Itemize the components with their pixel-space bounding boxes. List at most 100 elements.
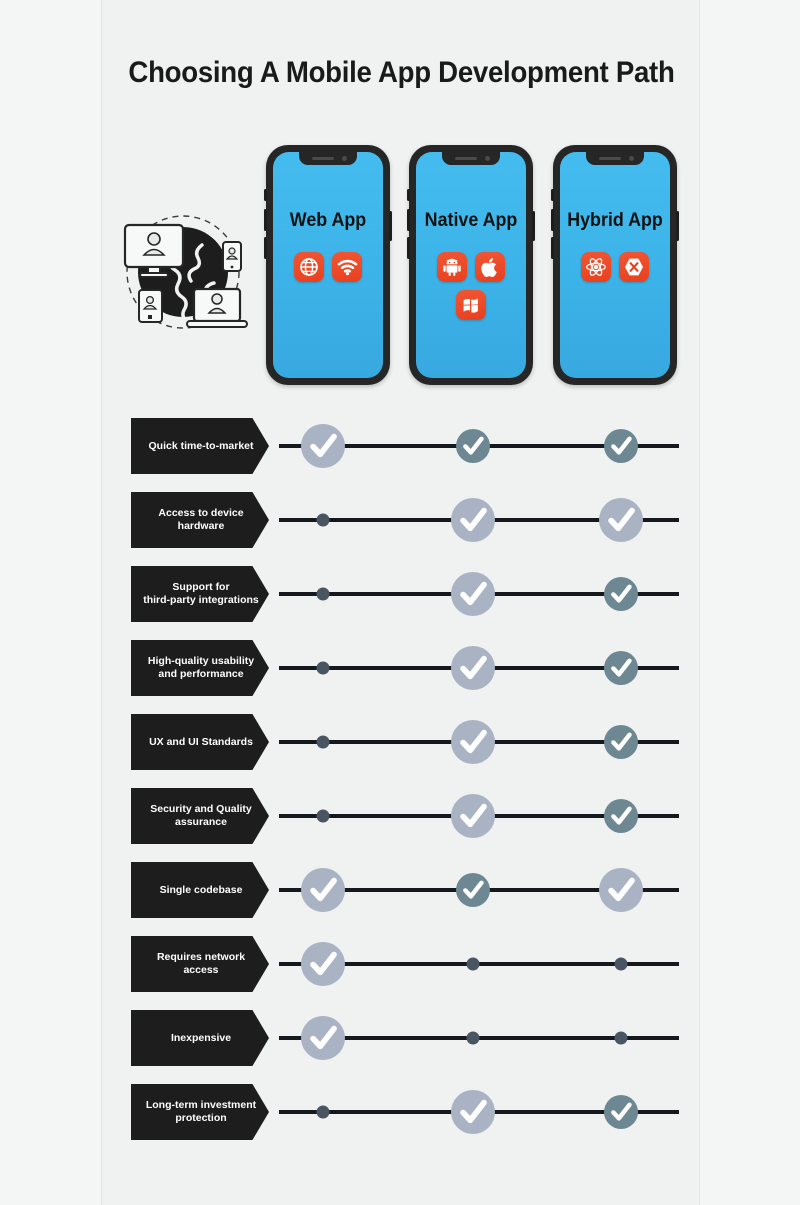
- marker-check-large: [451, 646, 495, 690]
- feature-label: Quick time-to-market: [131, 418, 269, 474]
- phone-card-hybrid-app: Hybrid App: [551, 145, 679, 385]
- marker-check-large: [301, 1016, 345, 1060]
- feature-label-text: High-quality usability and performance: [147, 655, 255, 680]
- phone-title: Web App: [289, 210, 367, 231]
- marker-check-large: [451, 498, 495, 542]
- comparison-row: UX and UI Standards: [102, 714, 701, 788]
- feature-label-text: Requires network access: [156, 951, 246, 976]
- check-icon: [301, 424, 345, 468]
- marker-check-large: [599, 498, 643, 542]
- feature-label-text: Long-term investment protection: [145, 1099, 257, 1124]
- dot-icon: [316, 1105, 330, 1119]
- dot-icon: [316, 513, 330, 527]
- marker-none-dot: [316, 587, 330, 601]
- dot-icon: [466, 957, 480, 971]
- marker-check-large: [301, 942, 345, 986]
- marker-check-large: [451, 794, 495, 838]
- comparison-row: High-quality usability and performance: [102, 640, 701, 714]
- phone-card-native-app: Native App: [407, 145, 535, 385]
- marker-check-large: [301, 424, 345, 468]
- check-icon: [604, 1095, 638, 1129]
- check-icon: [604, 429, 638, 463]
- feature-label-text: Inexpensive: [170, 1031, 232, 1044]
- check-icon: [301, 1016, 345, 1060]
- marker-none-dot: [316, 1105, 330, 1119]
- react-icon: [581, 252, 611, 282]
- feature-label-text: Single codebase: [159, 883, 243, 896]
- phone-title: Hybrid App: [567, 210, 663, 231]
- tablet-icon: [222, 241, 242, 272]
- phone-screen: Native App: [416, 152, 526, 378]
- check-icon: [604, 577, 638, 611]
- marker-check-small: [456, 873, 490, 907]
- feature-label: Single codebase: [131, 862, 269, 918]
- dot-icon: [466, 1031, 480, 1045]
- android-icon: [437, 252, 467, 282]
- marker-none-dot: [466, 1031, 480, 1045]
- feature-label: Requires network access: [131, 936, 269, 992]
- marker-check-large: [451, 1090, 495, 1134]
- windows-icon: [456, 290, 486, 320]
- feature-label: Access to device hardware: [131, 492, 269, 548]
- comparison-row: Requires network access: [102, 936, 701, 1010]
- feature-label: UX and UI Standards: [131, 714, 269, 770]
- check-icon: [451, 794, 495, 838]
- marker-check-small: [604, 651, 638, 685]
- check-icon: [456, 873, 490, 907]
- feature-label-text: UX and UI Standards: [149, 735, 253, 748]
- wifi-icon: [332, 252, 362, 282]
- comparison-row: Single codebase: [102, 862, 701, 936]
- feature-label: Inexpensive: [131, 1010, 269, 1066]
- phone-card-web-app: Web App: [264, 145, 392, 385]
- phone-notch: [299, 152, 357, 165]
- dot-icon: [316, 735, 330, 749]
- phone-screen: Web App: [273, 152, 383, 378]
- dot-icon: [614, 1031, 628, 1045]
- marker-check-large: [301, 868, 345, 912]
- marker-none-dot: [316, 661, 330, 675]
- check-icon: [604, 799, 638, 833]
- marker-none-dot: [614, 957, 628, 971]
- feature-label: Support for third-party integrations: [131, 566, 269, 622]
- phone-title: Native App: [424, 210, 518, 231]
- check-icon: [451, 720, 495, 764]
- check-icon: [451, 498, 495, 542]
- feature-label: Long-term investment protection: [131, 1084, 269, 1140]
- marker-check-large: [599, 868, 643, 912]
- marker-none-dot: [614, 1031, 628, 1045]
- check-icon: [451, 646, 495, 690]
- marker-check-small: [604, 1095, 638, 1129]
- marker-check-small: [604, 799, 638, 833]
- check-icon: [301, 942, 345, 986]
- dot-icon: [316, 809, 330, 823]
- marker-check-small: [604, 725, 638, 759]
- marker-check-large: [451, 572, 495, 616]
- check-icon: [451, 1090, 495, 1134]
- globe-icon: [294, 252, 324, 282]
- smartphone-icon: [138, 289, 163, 323]
- comparison-row: Support for third-party integrations: [102, 566, 701, 640]
- marker-check-small: [604, 577, 638, 611]
- infographic-canvas: Choosing A Mobile App Development Path W…: [101, 0, 700, 1205]
- check-icon: [599, 498, 643, 542]
- dot-icon: [316, 661, 330, 675]
- check-icon: [301, 868, 345, 912]
- dot-icon: [316, 587, 330, 601]
- feature-label-text: Security and Quality assurance: [150, 803, 252, 828]
- global-devices-illustration: [110, 205, 260, 340]
- comparison-row: Security and Quality assurance: [102, 788, 701, 862]
- marker-check-large: [451, 720, 495, 764]
- phone-notch: [586, 152, 644, 165]
- laptop-icon: [186, 287, 248, 328]
- phone-screen: Hybrid App: [560, 152, 670, 378]
- feature-label-text: Support for third-party integrations: [143, 581, 259, 606]
- comparison-row: Long-term investment protection: [102, 1084, 701, 1158]
- check-icon: [451, 572, 495, 616]
- check-icon: [599, 868, 643, 912]
- check-icon: [604, 725, 638, 759]
- check-icon: [456, 429, 490, 463]
- feature-label: High-quality usability and performance: [131, 640, 269, 696]
- feature-label-text: Access to device hardware: [158, 507, 244, 532]
- xamarin-icon: [619, 252, 649, 282]
- marker-none-dot: [316, 735, 330, 749]
